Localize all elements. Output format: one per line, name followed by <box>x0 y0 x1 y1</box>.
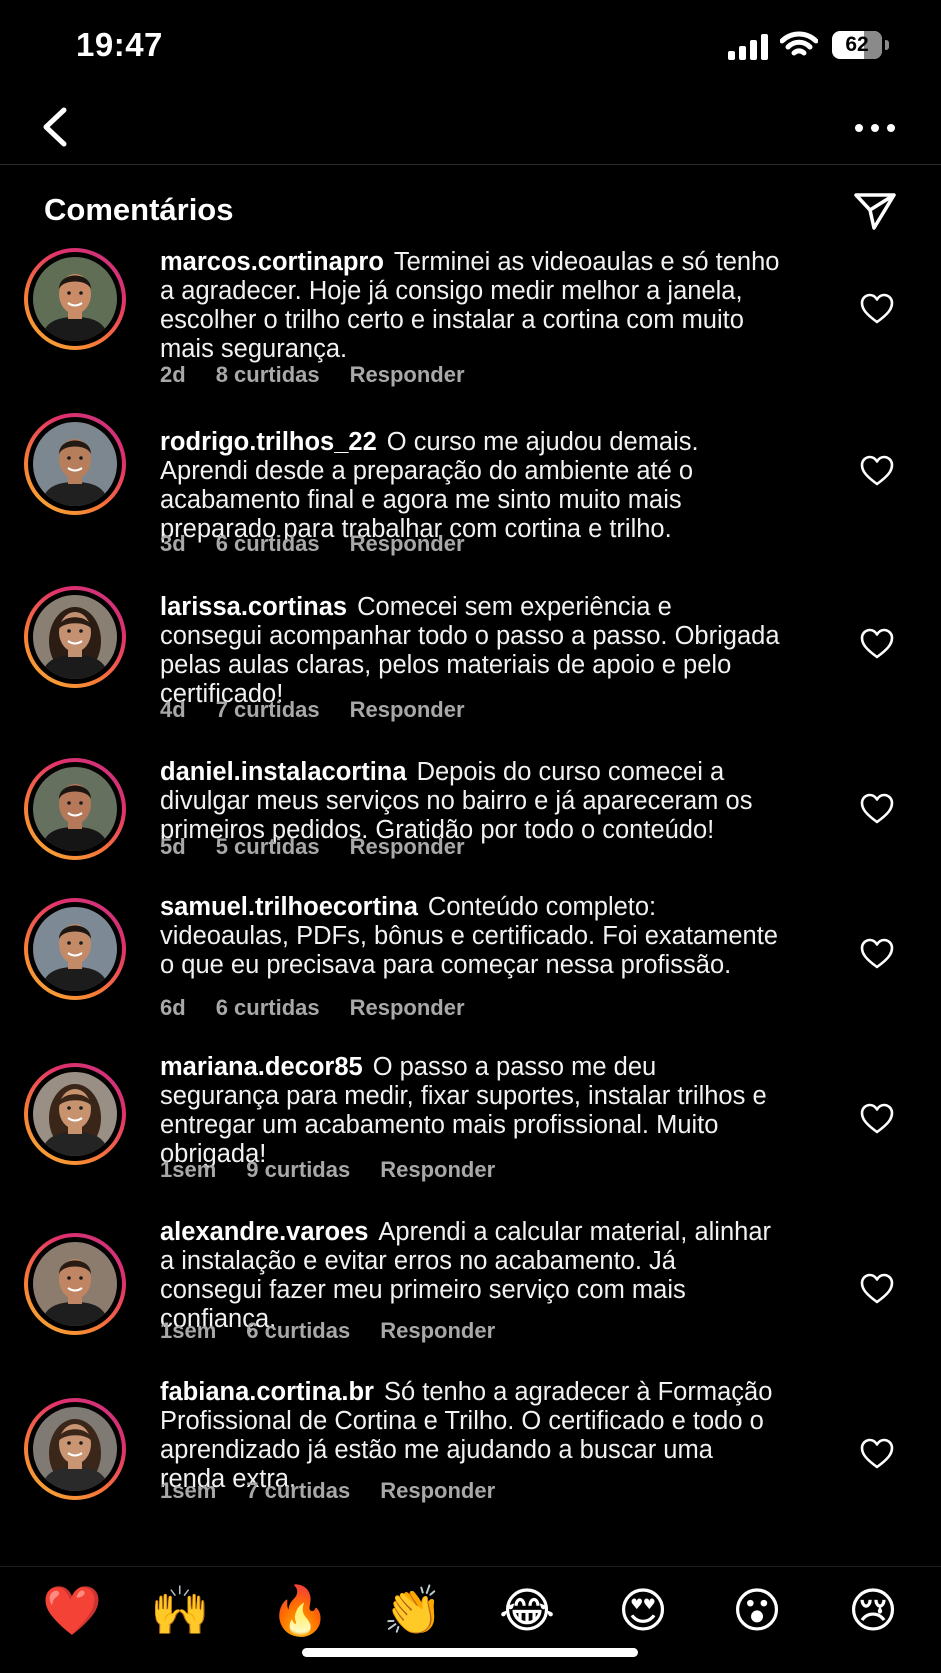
comment-text: rodrigo.trilhos_22 O curso me ajudou dema… <box>160 428 780 544</box>
reaction-emoji[interactable]: 😂 <box>497 1581 557 1641</box>
comment-like-count[interactable]: 7 curtidas <box>246 1478 350 1503</box>
comment-like-count[interactable]: 6 curtidas <box>216 531 320 556</box>
avatar-photo <box>33 595 117 679</box>
wifi-icon <box>780 31 818 56</box>
chevron-left-icon[interactable] <box>36 102 80 152</box>
comment-meta: 1sem 7 curtidas Responder <box>160 1478 525 1504</box>
heart-outline-icon[interactable] <box>860 1438 894 1470</box>
avatar-photo <box>33 1407 117 1491</box>
comment-like-count[interactable]: 5 curtidas <box>216 834 320 859</box>
status-bar: 19:47 62 <box>0 0 941 90</box>
heart-outline-icon[interactable] <box>860 293 894 325</box>
reply-button[interactable]: Responder <box>350 362 465 387</box>
comment-timestamp: 2d <box>160 362 186 387</box>
avatar-photo <box>33 1072 117 1156</box>
battery-percent: 62 <box>845 33 869 56</box>
home-indicator <box>302 1648 638 1657</box>
avatar[interactable] <box>24 1398 126 1500</box>
comment-text: larissa.cortinas Comecei sem experiência … <box>160 593 780 709</box>
avatar[interactable] <box>24 898 126 1000</box>
comment-username[interactable]: fabiana.cortina.br <box>160 1378 374 1406</box>
avatar[interactable] <box>24 413 126 515</box>
reaction-emoji[interactable]: 👏 <box>383 1581 443 1641</box>
reply-button[interactable]: Responder <box>350 697 465 722</box>
comment-text: samuel.trilhoecortina Conteúdo completo: … <box>160 893 780 980</box>
reaction-emoji[interactable]: 😮 <box>727 1581 787 1641</box>
comment-meta: 1sem 6 curtidas Responder <box>160 1318 525 1344</box>
avatar-photo <box>33 257 117 341</box>
comment-text: daniel.instalacortina Depois do curso com… <box>160 758 780 845</box>
reaction-emoji[interactable]: 🙌 <box>150 1581 210 1641</box>
more-horizontal-icon[interactable] <box>850 108 900 148</box>
avatar-photo <box>33 767 117 851</box>
reply-button[interactable]: Responder <box>380 1157 495 1182</box>
comment-username[interactable]: rodrigo.trilhos_22 <box>160 428 377 456</box>
comment-timestamp: 1sem <box>160 1157 217 1182</box>
comments-list[interactable]: marcos.cortinapro Terminei as videoaulas … <box>0 248 941 1566</box>
avatar[interactable] <box>24 248 126 350</box>
comment-timestamp: 4d <box>160 697 186 722</box>
comment-meta: 6d 6 curtidas Responder <box>160 995 495 1021</box>
avatar[interactable] <box>24 758 126 860</box>
comment-like-count[interactable]: 6 curtidas <box>246 1318 350 1343</box>
cellular-signal-icon <box>728 34 768 60</box>
avatar[interactable] <box>24 1063 126 1165</box>
avatar[interactable] <box>24 586 126 688</box>
comment-timestamp: 5d <box>160 834 186 859</box>
comment-timestamp: 1sem <box>160 1318 217 1343</box>
comment-timestamp: 6d <box>160 995 186 1020</box>
page-title: Comentários <box>44 192 234 227</box>
comment-username[interactable]: larissa.cortinas <box>160 593 347 621</box>
comment-username[interactable]: marcos.cortinapro <box>160 248 384 276</box>
comment-meta: 4d 7 curtidas Responder <box>160 697 495 723</box>
comment-like-count[interactable]: 6 curtidas <box>216 995 320 1020</box>
comment-like-count[interactable]: 9 curtidas <box>246 1157 350 1182</box>
reaction-emoji[interactable]: ❤️ <box>42 1581 102 1641</box>
comment-username[interactable]: mariana.decor85 <box>160 1053 363 1081</box>
comment-meta: 2d 8 curtidas Responder <box>160 362 495 388</box>
send-icon[interactable] <box>852 190 898 232</box>
top-navigation-bar <box>0 90 941 165</box>
comment-meta: 5d 5 curtidas Responder <box>160 834 495 860</box>
reply-button[interactable]: Responder <box>380 1318 495 1343</box>
status-time: 19:47 <box>76 26 163 63</box>
comment-like-count[interactable]: 8 curtidas <box>216 362 320 387</box>
comment-text: marcos.cortinapro Terminei as videoaulas … <box>160 248 780 364</box>
avatar-photo <box>33 1242 117 1326</box>
comment-username[interactable]: alexandre.varoes <box>160 1218 368 1246</box>
comment-text: mariana.decor85 O passo a passo me deu se… <box>160 1053 780 1169</box>
comment-meta: 3d 6 curtidas Responder <box>160 531 495 557</box>
reaction-emoji[interactable]: 😍 <box>613 1581 673 1641</box>
comment-like-count[interactable]: 7 curtidas <box>216 697 320 722</box>
comment-username[interactable]: daniel.instalacortina <box>160 758 407 786</box>
avatar-photo <box>33 422 117 506</box>
reaction-emoji[interactable]: 🔥 <box>270 1581 330 1641</box>
avatar-photo <box>33 907 117 991</box>
heart-outline-icon[interactable] <box>860 455 894 487</box>
comment-meta: 1sem 9 curtidas Responder <box>160 1157 525 1183</box>
reply-button[interactable]: Responder <box>350 995 465 1020</box>
reaction-emoji[interactable]: 😢 <box>843 1581 903 1641</box>
heart-outline-icon[interactable] <box>860 938 894 970</box>
comment-timestamp: 3d <box>160 531 186 556</box>
reply-button[interactable]: Responder <box>380 1478 495 1503</box>
avatar[interactable] <box>24 1233 126 1335</box>
reply-button[interactable]: Responder <box>350 834 465 859</box>
heart-outline-icon[interactable] <box>860 1273 894 1305</box>
comment-text: fabiana.cortina.br Só tenho a agradecer à… <box>160 1378 780 1494</box>
comment-username[interactable]: samuel.trilhoecortina <box>160 893 418 921</box>
heart-outline-icon[interactable] <box>860 793 894 825</box>
comment-text: alexandre.varoes Aprendi a calcular mater… <box>160 1218 780 1334</box>
heart-outline-icon[interactable] <box>860 1103 894 1135</box>
reply-button[interactable]: Responder <box>350 531 465 556</box>
battery-indicator: 62 <box>832 31 889 59</box>
heart-outline-icon[interactable] <box>860 628 894 660</box>
comment-timestamp: 1sem <box>160 1478 217 1503</box>
